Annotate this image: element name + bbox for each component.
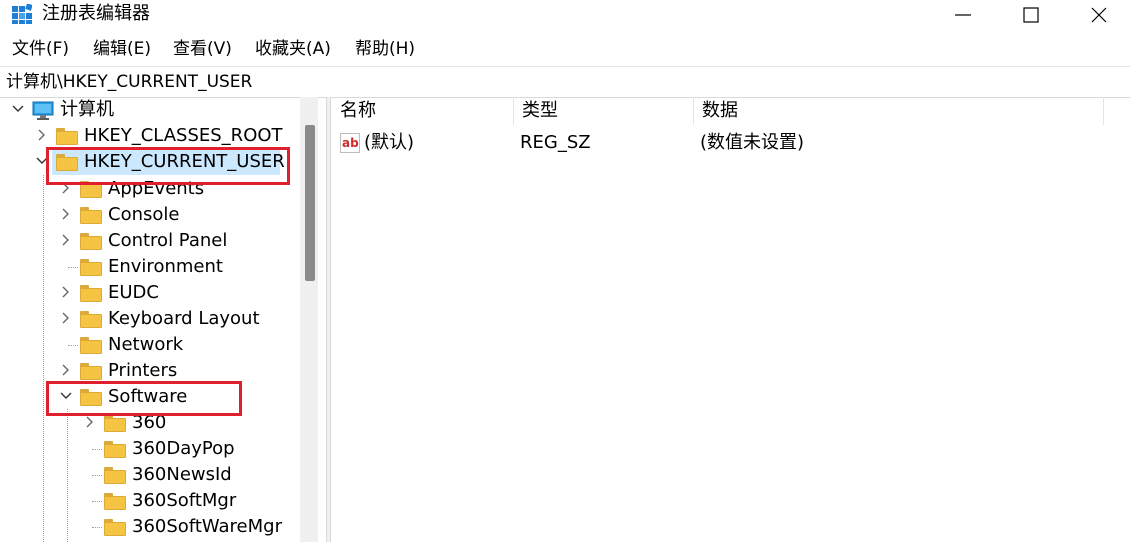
- minimize-icon: [955, 14, 971, 16]
- folder-icon: [104, 493, 126, 510]
- tree-item-control-panel[interactable]: Control Panel: [0, 228, 300, 254]
- pane-splitter[interactable]: [326, 97, 331, 542]
- maximize-button[interactable]: [998, 0, 1064, 30]
- tree-label: 计算机: [60, 99, 114, 120]
- string-value-icon-text: ab: [342, 136, 359, 150]
- maximize-icon: [1023, 7, 1039, 23]
- regedit-app-icon: [12, 4, 32, 24]
- tree-item-environment[interactable]: Environment: [0, 254, 300, 280]
- folder-icon: [80, 285, 102, 302]
- tree-label: Control Panel: [108, 230, 228, 251]
- chevron-right-icon[interactable]: [36, 129, 48, 141]
- tree-item-network[interactable]: Network: [0, 332, 300, 358]
- folder-icon: [80, 311, 102, 328]
- tree-label: 360SoftWareMgr: [132, 516, 282, 537]
- tree-label: 360NewsId: [132, 464, 232, 485]
- menu-file[interactable]: 文件(F): [12, 37, 69, 61]
- tree-item-360softmgr[interactable]: 360SoftMgr: [0, 488, 300, 514]
- tree-scrollbar-thumb[interactable]: [305, 125, 315, 281]
- address-bar[interactable]: 计算机\HKEY_CURRENT_USER: [0, 66, 1130, 98]
- folder-icon: [56, 128, 78, 145]
- chevron-right-icon[interactable]: [60, 286, 72, 298]
- folder-icon: [80, 207, 102, 224]
- tree-item-360softwaremgr[interactable]: 360SoftWareMgr: [0, 514, 300, 540]
- menu-view[interactable]: 查看(V): [173, 37, 232, 61]
- tree-label: Printers: [108, 360, 178, 381]
- folder-icon: [80, 337, 102, 354]
- window-title: 注册表编辑器: [42, 3, 150, 24]
- tree-item-computer[interactable]: 计算机: [0, 97, 300, 123]
- column-header-type[interactable]: 类型: [514, 97, 694, 125]
- chevron-right-icon[interactable]: [60, 364, 72, 376]
- tree-label: Network: [108, 334, 184, 355]
- chevron-right-icon[interactable]: [84, 416, 96, 428]
- folder-icon: [104, 441, 126, 458]
- address-path[interactable]: 计算机\HKEY_CURRENT_USER: [6, 70, 252, 94]
- menu-favorites[interactable]: 收藏夹(A): [255, 37, 331, 61]
- highlight-box-hkey-current-user: [46, 147, 290, 185]
- highlight-box-software: [46, 381, 242, 416]
- column-header-data[interactable]: 数据: [694, 97, 1104, 125]
- folder-icon: [80, 259, 102, 276]
- tree-label: Environment: [108, 256, 223, 277]
- folder-icon: [80, 363, 102, 380]
- tree-label: HKEY_CLASSES_ROOT: [84, 125, 283, 146]
- values-pane: 名称 类型 数据 ab (默认) REG_SZ (数值未设置): [332, 97, 1130, 542]
- chevron-right-icon[interactable]: [60, 234, 72, 246]
- tree-item-hkey-classes-root[interactable]: HKEY_CLASSES_ROOT: [0, 123, 300, 149]
- folder-icon: [104, 519, 126, 536]
- chevron-down-icon[interactable]: [12, 103, 24, 115]
- tree-label: 360SoftMgr: [132, 490, 237, 511]
- column-header-name[interactable]: 名称: [332, 97, 514, 125]
- minimize-button[interactable]: [930, 0, 996, 30]
- tree-item-eudc[interactable]: EUDC: [0, 280, 300, 306]
- tree-item-keyboard-layout[interactable]: Keyboard Layout: [0, 306, 300, 332]
- tree-label: EUDC: [108, 282, 159, 303]
- menu-bar: 文件(F) 编辑(E) 查看(V) 收藏夹(A) 帮助(H): [0, 37, 1130, 63]
- chevron-right-icon[interactable]: [60, 208, 72, 220]
- menu-edit[interactable]: 编辑(E): [93, 37, 151, 61]
- tree-label: Keyboard Layout: [108, 308, 260, 329]
- folder-icon: [80, 233, 102, 250]
- tree-label: 360DayPop: [132, 438, 235, 459]
- chevron-right-icon[interactable]: [60, 312, 72, 324]
- tree-item-console[interactable]: Console: [0, 202, 300, 228]
- tree-label: Console: [108, 204, 180, 225]
- value-data: (数值未设置): [700, 132, 805, 153]
- value-name: (默认): [364, 132, 415, 153]
- tree-item-360daypop[interactable]: 360DayPop: [0, 436, 300, 462]
- folder-icon: [104, 415, 126, 432]
- title-bar: 注册表编辑器: [0, 0, 1130, 32]
- string-value-icon: ab: [340, 133, 360, 153]
- close-button[interactable]: [1066, 0, 1130, 30]
- tree-item-360newsid[interactable]: 360NewsId: [0, 462, 300, 488]
- computer-icon: [32, 101, 54, 120]
- folder-icon: [104, 467, 126, 484]
- tree-pane: 计算机 HKEY_CLASSES_ROOT HKEY_CURRENT_USER …: [0, 97, 326, 542]
- value-type: REG_SZ: [520, 132, 591, 153]
- close-icon: [1091, 7, 1107, 23]
- menu-help[interactable]: 帮助(H): [355, 37, 415, 61]
